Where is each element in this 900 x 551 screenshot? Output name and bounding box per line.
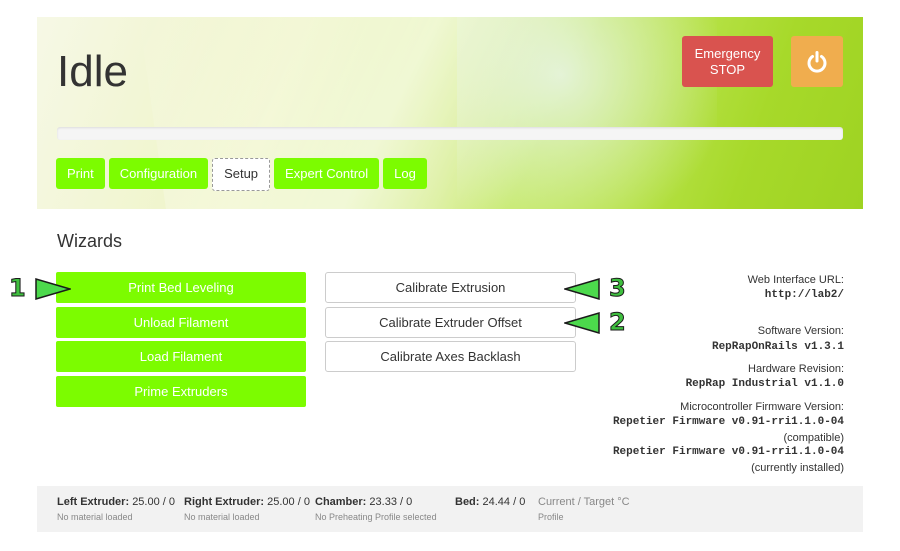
left-extruder-material: No material loaded: [57, 512, 133, 522]
calibrate-extruder-offset-button[interactable]: Calibrate Extruder Offset: [325, 307, 576, 338]
firmware-installed-note: (currently installed): [751, 462, 844, 474]
bed-status: Bed: 24.44 / 0: [455, 496, 525, 508]
firmware-compatible-note: (compatible): [783, 432, 844, 444]
power-button[interactable]: [791, 36, 843, 87]
tab-expert-control[interactable]: Expert Control: [274, 158, 380, 189]
tab-log[interactable]: Log: [383, 158, 427, 189]
main-tabs: Print Configuration Setup Expert Control…: [56, 158, 427, 191]
right-extruder-label: Right Extruder:: [184, 496, 265, 508]
unload-filament-button[interactable]: Unload Filament: [56, 307, 306, 338]
units-legend: Current / Target °C Profile: [538, 496, 630, 522]
header-banner: Idle Emergency STOP Print Configuration …: [37, 17, 863, 209]
bed-label: Bed:: [455, 496, 480, 508]
emergency-stop-button[interactable]: Emergency STOP: [682, 36, 773, 87]
units-label: Current / Target °C: [538, 496, 630, 508]
chamber-status: Chamber: 23.33 / 0 No Preheating Profile…: [315, 496, 437, 522]
status-footer: Left Extruder: 25.00 / 0 No material loa…: [37, 486, 863, 532]
web-interface-url[interactable]: http://lab2/: [765, 289, 844, 301]
chamber-temp: 23.33 / 0: [369, 496, 413, 508]
banner-glow: [457, 17, 717, 209]
web-interface-url-label: Web Interface URL:: [747, 274, 844, 286]
arrow-icon: [564, 312, 600, 334]
chamber-profile: No Preheating Profile selected: [315, 512, 437, 522]
software-version-label: Software Version:: [757, 325, 844, 337]
calibrate-axes-backlash-button[interactable]: Calibrate Axes Backlash: [325, 341, 576, 372]
units-sub: Profile: [538, 512, 564, 522]
left-extruder-status: Left Extruder: 25.00 / 0 No material loa…: [57, 496, 175, 522]
left-extruder-temp: 25.00 / 0: [132, 496, 176, 508]
calibrate-extrusion-button[interactable]: Calibrate Extrusion: [325, 272, 576, 303]
tab-configuration[interactable]: Configuration: [108, 158, 209, 189]
right-extruder-material: No material loaded: [184, 512, 260, 522]
printer-status-title: Idle: [57, 47, 128, 96]
emergency-stop-label: Emergency STOP: [694, 45, 761, 77]
software-version: RepRapOnRails v1.3.1: [711, 341, 844, 353]
tab-setup[interactable]: Setup: [212, 158, 271, 191]
annotation-number-2: 2: [609, 308, 627, 337]
firmware-version-compatible: Repetier Firmware v0.91-rri1.1.0-04: [612, 416, 844, 428]
annotation-number-1: 1: [9, 274, 27, 303]
left-extruder-label: Left Extruder:: [57, 496, 130, 508]
wizards-heading: Wizards: [57, 231, 123, 251]
hardware-revision-label: Hardware Revision:: [748, 363, 844, 375]
firmware-version-installed: Repetier Firmware v0.91-rri1.1.0-04: [612, 446, 844, 458]
arrow-icon: [564, 278, 600, 300]
power-icon: [807, 50, 827, 73]
annotation-number-3: 3: [609, 274, 627, 303]
print-progress-bar: [57, 127, 843, 140]
load-filament-button[interactable]: Load Filament: [56, 341, 306, 372]
right-extruder-status: Right Extruder: 25.00 / 0 No material lo…: [184, 496, 310, 522]
firmware-version-label: Microcontroller Firmware Version:: [680, 401, 844, 413]
right-extruder-temp: 25.00 / 0: [267, 496, 310, 508]
arrow-icon: [35, 278, 71, 300]
chamber-label: Chamber:: [315, 496, 367, 508]
prime-extruders-button[interactable]: Prime Extruders: [56, 376, 306, 407]
hardware-revision: RepRap Industrial v1.1.0: [685, 378, 844, 390]
print-bed-leveling-button[interactable]: Print Bed Leveling: [56, 272, 306, 303]
tab-print[interactable]: Print: [56, 158, 105, 189]
bed-temp: 24.44 / 0: [482, 496, 526, 508]
